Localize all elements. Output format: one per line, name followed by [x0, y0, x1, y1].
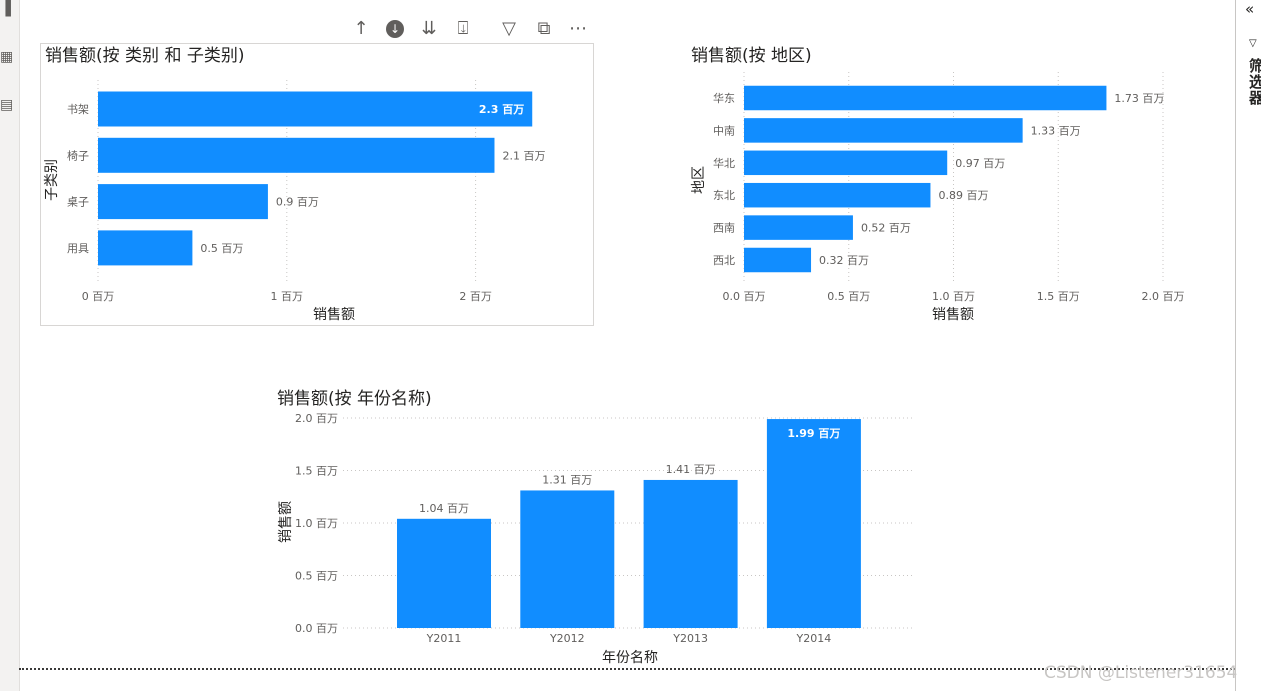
y-axis-title: 子类别 — [44, 159, 60, 201]
chart-title: 销售额(按 类别 和 子类别) — [45, 46, 244, 66]
x-tick-label: 1.0 百万 — [932, 290, 975, 303]
category-label: Y2012 — [549, 632, 585, 645]
x-tick-label: 0.5 百万 — [827, 290, 870, 303]
chart-sales-by-year[interactable] — [0, 0, 1, 1]
category-label: Y2013 — [672, 632, 708, 645]
y-axis-title: 地区 — [691, 166, 707, 194]
data-label: 0.5 百万 — [200, 242, 243, 255]
x-tick-label: 2 百万 — [459, 290, 492, 303]
bar[interactable] — [98, 184, 268, 220]
bar[interactable] — [98, 230, 193, 266]
category-label: 椅子 — [67, 148, 89, 162]
y-tick-label: 2.0 百万 — [295, 412, 338, 425]
category-label: 西北 — [713, 254, 735, 267]
category-label: 西南 — [713, 222, 735, 235]
bar[interactable] — [744, 85, 1107, 111]
category-label: Y2014 — [796, 632, 832, 645]
category-label: 用具 — [67, 242, 89, 255]
data-label: 0.32 百万 — [819, 254, 869, 267]
y-tick-label: 0.0 百万 — [295, 622, 338, 635]
x-axis-title: 年份名称 — [602, 650, 658, 666]
watermark: CSDN @Listener31654 — [1044, 663, 1238, 683]
bar[interactable] — [397, 518, 491, 628]
bar[interactable] — [744, 118, 1023, 143]
category-label: 华东 — [713, 91, 735, 105]
bar[interactable] — [744, 247, 812, 273]
y-tick-label: 1.0 百万 — [295, 517, 338, 530]
data-label: 0.9 百万 — [276, 196, 319, 209]
data-label: 2.3 百万 — [479, 103, 524, 116]
x-tick-label: 0 百万 — [82, 290, 115, 303]
data-label: 0.89 百万 — [938, 189, 988, 202]
chart-title: 销售额(按 地区) — [691, 46, 812, 66]
data-label: 1.04 百万 — [419, 502, 469, 515]
category-label: 华北 — [713, 156, 735, 170]
category-label: 书架 — [67, 103, 89, 116]
x-axis-title: 销售额 — [932, 307, 974, 323]
bar[interactable] — [744, 150, 948, 176]
data-label: 1.31 百万 — [542, 473, 592, 486]
bar[interactable] — [98, 91, 533, 127]
data-label: 0.52 百万 — [861, 222, 911, 235]
bar[interactable] — [520, 490, 615, 628]
x-tick-label: 2.0 百万 — [1142, 290, 1185, 303]
category-label: 中南 — [713, 124, 735, 137]
x-tick-label: 1.5 百万 — [1037, 290, 1080, 303]
x-axis-title: 销售额 — [313, 307, 355, 323]
category-label: Y2011 — [426, 632, 462, 645]
y-tick-label: 0.5 百万 — [295, 570, 338, 583]
data-label: 1.41 百万 — [666, 463, 716, 476]
chart-sales-by-subcategory[interactable]: 销售额(按 类别 和 子类别) 0 百万 1 百万 2 百万 书架 2.3 百万椅子 2.1… — [0, 0, 1261, 691]
bar[interactable] — [98, 137, 495, 173]
data-label: 1.73 百万 — [1114, 92, 1164, 105]
data-label: 1.99 百万 — [787, 427, 840, 440]
y-axis-title: 销售额 — [278, 501, 294, 543]
bar[interactable] — [766, 419, 861, 628]
data-label: 1.33 百万 — [1031, 124, 1081, 137]
category-label: 东北 — [713, 189, 735, 202]
category-label: 桌子 — [67, 196, 89, 209]
bar[interactable] — [744, 215, 853, 240]
y-tick-label: 1.5 百万 — [295, 465, 338, 478]
bar[interactable] — [643, 479, 738, 628]
data-label: 2.1 百万 — [502, 149, 545, 162]
x-tick-label: 0.0 百万 — [723, 290, 766, 303]
bar[interactable] — [744, 182, 931, 208]
data-label: 0.97 百万 — [955, 157, 1005, 170]
x-tick-label: 1 百万 — [271, 290, 304, 303]
chart-title: 销售额(按 年份名称) — [277, 389, 432, 409]
